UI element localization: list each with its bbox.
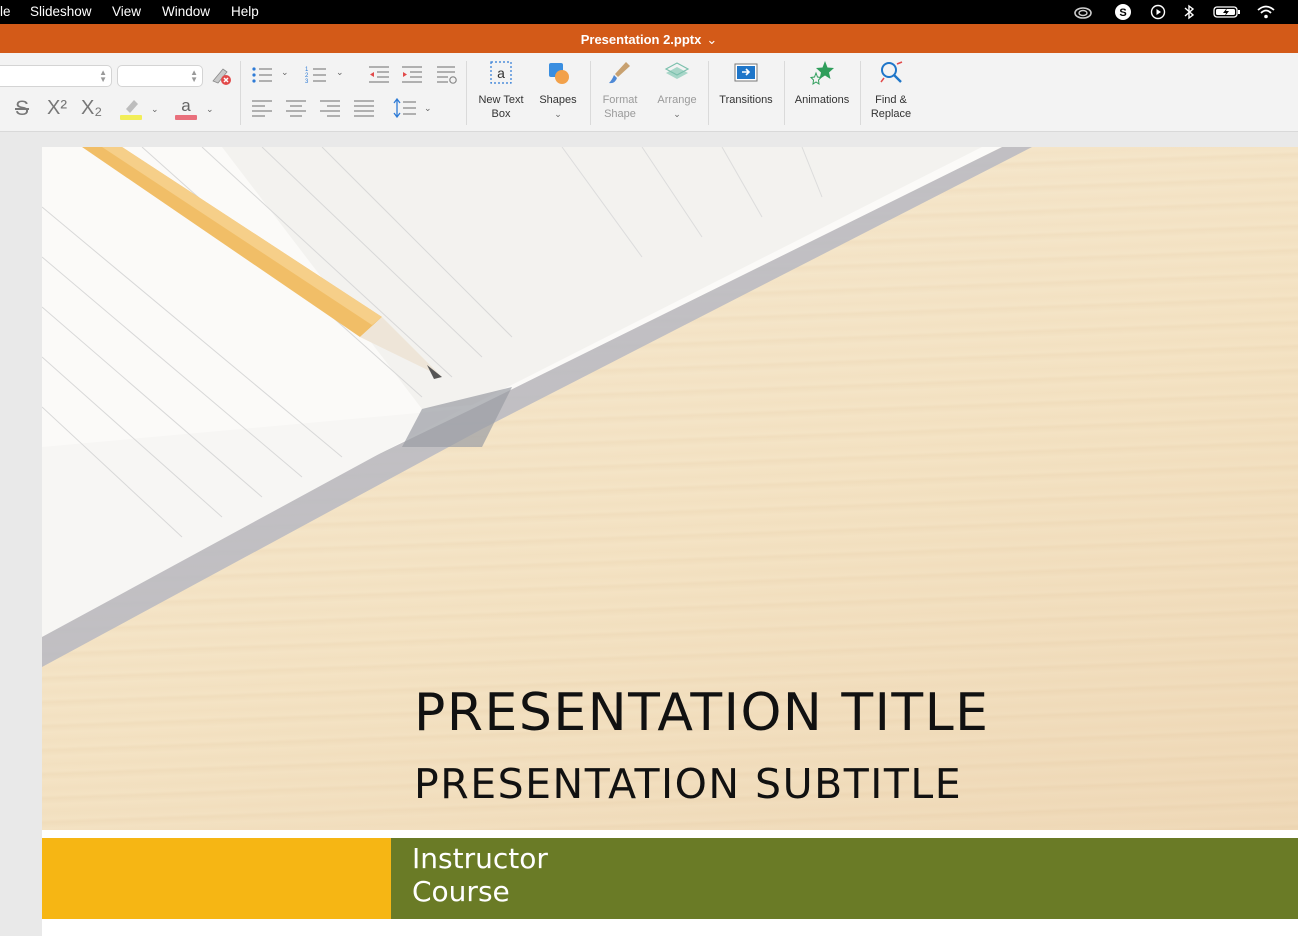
align-center-icon[interactable] <box>285 99 307 122</box>
chevron-down-icon: ⌄ <box>706 32 718 47</box>
svg-text:a: a <box>497 65 505 81</box>
arrange-label: Arrange <box>657 94 697 106</box>
battery-icon[interactable] <box>1212 3 1242 21</box>
align-left-icon[interactable] <box>251 99 273 122</box>
numbered-list-chevron-icon[interactable]: ⌄ <box>336 67 344 78</box>
text-columns-settings-icon[interactable] <box>436 65 458 90</box>
decrease-indent-icon[interactable] <box>368 65 390 90</box>
wifi-icon[interactable] <box>1255 3 1277 21</box>
font-size-field[interactable]: ▲ ▼ <box>117 65 203 87</box>
increase-indent-icon[interactable] <box>401 65 423 90</box>
svg-text:3: 3 <box>305 79 309 85</box>
line-spacing-chevron-icon[interactable]: ⌄ <box>424 103 432 114</box>
menu-file[interactable]: le <box>0 4 11 19</box>
footer-accent-bar <box>42 838 391 919</box>
font-name-spinner-icon[interactable]: ▲ ▼ <box>99 69 107 84</box>
arrange-chevron-icon: ⌄ <box>673 109 681 119</box>
instructor-text[interactable]: Instructor <box>412 842 548 875</box>
document-title-text: Presentation 2.pptx <box>580 32 702 47</box>
shapes-icon <box>549 63 569 84</box>
subscript-button[interactable]: X₂ <box>81 97 102 120</box>
course-text[interactable]: Course <box>412 875 510 908</box>
menu-window[interactable]: Window <box>162 4 210 19</box>
play-icon[interactable] <box>1148 3 1168 21</box>
bluetooth-icon[interactable] <box>1180 3 1198 21</box>
menu-bar: le Slideshow View Window Help S <box>0 0 1298 24</box>
shapes-button[interactable]: Shapes ⌄ <box>534 59 582 121</box>
transitions-button[interactable]: Transitions <box>714 59 778 107</box>
clear-formatting-icon[interactable] <box>209 65 233 92</box>
find-replace-button[interactable]: Find & Replace <box>866 59 916 121</box>
transitions-label: Transitions <box>719 94 773 106</box>
strikethrough-button[interactable]: S <box>15 97 29 121</box>
font-name-field[interactable]: ▲ ▼ <box>0 65 112 87</box>
slide-title[interactable]: PRESENTATION TITLE <box>414 683 990 743</box>
font-color-dropdown-chevron-icon[interactable]: ⌄ <box>206 104 214 115</box>
format-shape-button[interactable]: Format Shape <box>596 59 644 121</box>
animations-star-icon <box>809 61 834 86</box>
window-title-bar: Presentation 2.pptx ⌄ <box>0 24 1298 53</box>
arrange-layers-icon <box>664 62 690 79</box>
footer-info-bar: Instructor Course <box>391 838 1298 919</box>
bulleted-list-chevron-icon[interactable]: ⌄ <box>281 67 289 78</box>
slide-canvas[interactable]: Instructor Course PRESENTATION TITLE PRE… <box>42 147 1298 936</box>
text-box-icon: a <box>490 61 512 84</box>
font-color-icon[interactable]: a <box>174 95 200 126</box>
paintbrush-icon <box>609 62 630 84</box>
highlight-color-icon[interactable] <box>119 95 145 126</box>
shapes-label: Shapes <box>539 94 577 106</box>
align-right-icon[interactable] <box>319 99 341 122</box>
slide-subtitle[interactable]: PRESENTATION SUBTITLE <box>414 760 962 808</box>
line-spacing-icon[interactable] <box>393 97 417 123</box>
highlight-dropdown-chevron-icon[interactable]: ⌄ <box>151 104 159 115</box>
menu-help[interactable]: Help <box>231 4 259 19</box>
shapes-chevron-icon: ⌄ <box>554 109 562 119</box>
new-text-box-label: New Text Box <box>478 94 524 120</box>
font-color-letter: a <box>181 96 191 115</box>
transitions-icon <box>734 63 758 82</box>
animations-label: Animations <box>794 94 850 106</box>
font-size-spinner-icon[interactable]: ▲ ▼ <box>190 69 198 84</box>
find-replace-icon <box>880 61 903 83</box>
svg-text:S: S <box>1119 7 1126 19</box>
new-text-box-button[interactable]: a New Text Box <box>474 59 528 121</box>
menu-view[interactable]: View <box>112 4 141 19</box>
bulleted-list-icon[interactable] <box>251 65 273 90</box>
animations-button[interactable]: Animations <box>790 59 854 107</box>
document-title[interactable]: Presentation 2.pptx ⌄ <box>0 32 1298 48</box>
numbered-list-icon[interactable]: 123 <box>305 65 327 90</box>
ribbon: ▲ ▼ ▲ ▼ S X² X₂ ⌄ a ⌄ ⌄ 123 ⌄ ⌄ a New Te… <box>0 53 1298 132</box>
find-replace-label: Find & Replace <box>870 94 912 120</box>
creative-cloud-icon[interactable] <box>1072 3 1094 21</box>
menu-slideshow[interactable]: Slideshow <box>30 4 92 19</box>
skype-icon[interactable]: S <box>1112 3 1134 21</box>
format-shape-label: Format Shape <box>602 94 638 120</box>
justify-icon[interactable] <box>353 99 375 122</box>
arrange-button[interactable]: Arrange ⌄ <box>652 59 702 121</box>
superscript-button[interactable]: X² <box>47 97 67 120</box>
